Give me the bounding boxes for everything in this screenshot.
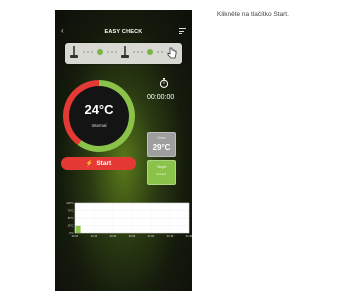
step-dot [137,51,139,53]
step-dot [87,51,89,53]
step-dot [133,51,135,53]
oven-label: Oven [157,136,166,140]
chart-y-tick: 50°C [68,216,74,220]
screen-title: EASY CHECK [104,29,143,35]
process-steps-panel [65,43,182,64]
menu-icon[interactable] [179,28,186,34]
step-dot [141,51,143,53]
stopwatch-icon [159,78,169,88]
timer-readout: 00:00:00 [147,94,175,101]
target-label: Target [156,165,167,169]
chart-x-tick: 00:30 [110,234,117,238]
status-bar [55,10,192,18]
chart-y-tick: 75°C [68,209,74,213]
chart-x-tick: 00:00 [72,234,79,238]
instruction-text: Klikněte na tlačítko Start. [217,11,289,18]
oven-temperature-card: Oven 29°C [147,132,176,157]
internal-temperature: 24°C [84,102,114,117]
target-value: ---- [156,172,167,178]
phone-screen: ‹ EASY CHECK 00:00:00 24°C Internal Oven… [55,10,192,291]
step-dot [157,51,159,53]
chart-y-tick: 25°C [68,224,74,228]
start-button-label: Start [96,160,112,167]
step-dot [83,51,85,53]
back-icon[interactable]: ‹ [61,27,64,35]
step-dot [161,51,163,53]
chart-y-tick: 100°C [66,201,73,205]
chart-x-tick: 01:30 [186,234,192,238]
oven-value: 29°C [152,143,171,152]
step-dot [111,51,113,53]
probe-icon [70,46,78,58]
chart-x-tick: 01:15 [167,234,174,238]
chart-x-tick: 00:15 [91,234,98,238]
chart-bar [75,225,81,233]
step-dot [107,51,109,53]
internal-label: Internal [91,123,107,128]
start-button[interactable]: ⚡ Start [61,157,136,170]
check-icon [97,49,103,55]
step-dot [115,51,117,53]
probe-icon [121,46,129,58]
step-dot [91,51,93,53]
app-header: ‹ EASY CHECK [55,25,192,39]
bolt-icon: ⚡ [85,161,94,167]
check-icon [147,49,153,55]
temperature-chart: 100°C75°C50°C25°C0°C00:00 00:15 00:30 00:45… [66,201,192,238]
chart-x-tick: 00:45 [129,234,136,238]
chart-x-tick: 01:00 [148,234,155,238]
hand-icon [167,47,177,59]
target-temperature-card[interactable]: Target ---- [147,160,176,185]
